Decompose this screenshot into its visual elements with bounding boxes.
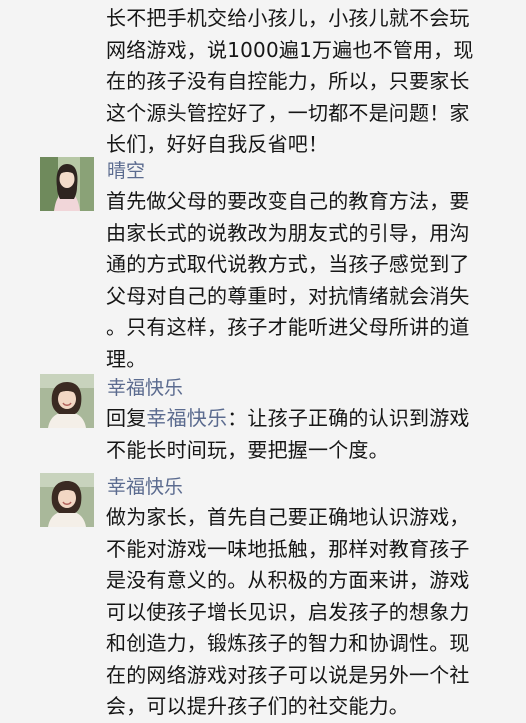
comment-text: 长不把手机交给小孩儿，小孩儿就不会玩 网络游戏，说1000遍1万遍也不管用，现 … <box>106 3 502 161</box>
avatar-smiling-girl-image <box>40 473 94 527</box>
comment-author[interactable]: 幸福快乐 <box>107 376 183 400</box>
comment-text-line: 可以使孩子增长见识，启发孩子的想象力 <box>106 599 470 624</box>
comment-text-line: 由家长式的说教改为朋友式的引导，用沟 <box>106 220 470 245</box>
comment-feed: 长不把手机交给小孩儿，小孩儿就不会玩 网络游戏，说1000遍1万遍也不管用，现 … <box>0 0 526 718</box>
avatar[interactable] <box>40 473 94 527</box>
comment-text-line: 。只有这样，孩子才能听进父母所讲的道 <box>106 315 470 339</box>
avatar[interactable] <box>40 374 94 428</box>
reply-text: ：让孩子正确的认识到游戏 <box>227 406 470 430</box>
comment-text-line: 和创造力，锻炼孩子的智力和协调性。现 <box>106 631 470 655</box>
reply-prefix: 回复 <box>106 406 147 430</box>
avatar[interactable] <box>40 157 94 211</box>
reply-mention-link[interactable]: 幸福快乐 <box>146 406 227 430</box>
comment-text-line: 首先做父母的要改变自己的教育方法，要 <box>106 189 470 213</box>
comment-author[interactable]: 幸福快乐 <box>107 475 183 499</box>
avatar-girl-image <box>40 157 94 211</box>
comment-text-line: 长们，好好自我反省吧！ <box>106 132 329 156</box>
comment-text-line: 做为家长，首先自己要正确地认识游戏， <box>106 505 470 529</box>
comment-text: 首先做父母的要改变自己的教育方法，要 由家长式的说教改为朋友式的引导，用沟 通的… <box>106 186 502 375</box>
avatar-smiling-girl-image <box>40 374 94 428</box>
comment-text-line: 不能对游戏一味地抵触，那样对教育孩子 <box>106 536 470 561</box>
comment-text-line: 会，可以提升孩子们的社交能力。 <box>106 694 409 718</box>
comment-text-line: 是没有意义的。从积极的方面来讲，游戏 <box>106 568 470 592</box>
comment-text-line: 在的网络游戏对孩子可以说是另外一个社 <box>106 662 470 687</box>
comment-text-line: 长不把手机交给小孩儿，小孩儿就不会玩 <box>106 6 470 30</box>
comment-text: 回复幸福快乐：让孩子正确的认识到游戏 不能长时间玩，要把握一个度。 <box>106 403 502 466</box>
comment-text-line: 网络游戏，说1000遍1万遍也不管用，现 <box>106 37 474 62</box>
reply-line: 回复幸福快乐：让孩子正确的认识到游戏 <box>106 403 502 435</box>
comment-text-line: 不能长时间玩，要把握一个度。 <box>106 437 389 462</box>
comment-text-line: 理。 <box>106 346 147 371</box>
comment-text-line: 通的方式取代说教方式，当孩子感觉到了 <box>106 252 470 276</box>
comment-text: 做为家长，首先自己要正确地认识游戏， 不能对游戏一味地抵触，那样对教育孩子 是没… <box>106 502 502 723</box>
comment-text-line: 父母对自己的尊重时，对抗情绪就会消失 <box>106 283 470 308</box>
comment-text-line: 这个源头管控好了，一切都不是问题！家 <box>106 100 470 125</box>
comment-text-line: 在的孩子没有自控能力，所以，只要家长 <box>106 69 470 93</box>
comment-author[interactable]: 晴空 <box>107 159 145 183</box>
